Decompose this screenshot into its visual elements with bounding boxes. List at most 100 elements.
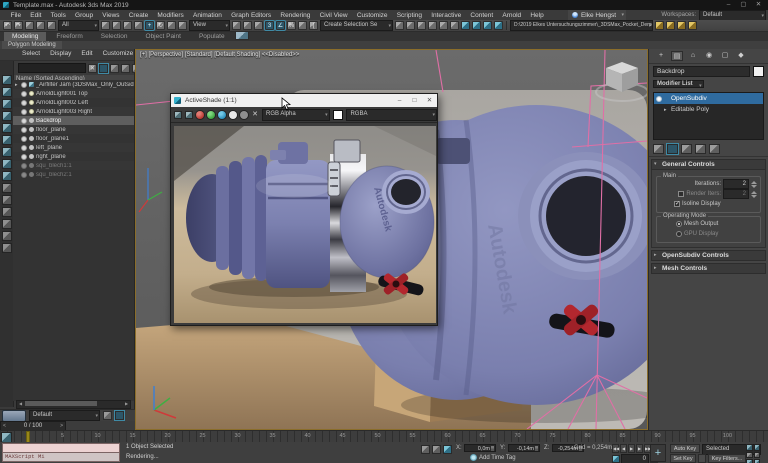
go-to-start-icon[interactable]: ◀◀ bbox=[612, 444, 619, 453]
remove-modifier-icon[interactable] bbox=[695, 144, 706, 154]
create-tab[interactable]: + bbox=[655, 51, 667, 61]
ribbon-tab[interactable]: Freeform bbox=[48, 32, 90, 41]
redo-icon[interactable]: ↷ bbox=[14, 21, 23, 30]
menu-item[interactable]: Scripting bbox=[392, 12, 426, 19]
select-and-place-icon[interactable] bbox=[178, 21, 187, 30]
display-tab[interactable]: ▢ bbox=[719, 51, 731, 61]
menu-item[interactable]: Help bbox=[526, 12, 549, 19]
scene-explorer-row[interactable]: floor_plane bbox=[13, 125, 134, 134]
next-frame-icon[interactable]: ▶ bbox=[636, 444, 643, 453]
zoom-icon[interactable] bbox=[746, 444, 753, 451]
explorer-horizontal-scrollbar[interactable]: ◀ ▶ bbox=[16, 400, 131, 409]
scene-explorer-row[interactable]: ArnoldLight002 Left bbox=[13, 98, 134, 107]
search-input[interactable] bbox=[18, 63, 86, 73]
background-color-swatch[interactable] bbox=[333, 110, 344, 120]
pick-object-icon[interactable] bbox=[103, 411, 112, 420]
display-materials-icon[interactable] bbox=[2, 183, 12, 193]
select-by-name-icon[interactable] bbox=[112, 21, 121, 30]
material-editor-icon[interactable] bbox=[461, 21, 470, 30]
visibility-eye-icon[interactable] bbox=[21, 109, 27, 115]
display-shapes-icon[interactable] bbox=[2, 99, 12, 109]
collapsed-rollout[interactable]: Mesh Controls bbox=[651, 263, 766, 274]
visibility-eye-icon[interactable] bbox=[21, 118, 27, 124]
scene-explorer-row[interactable]: ArnoldLight003 Right bbox=[13, 107, 134, 116]
scene-explorer-row[interactable]: squ_blech1:1 bbox=[13, 161, 134, 170]
activeshade-title-bar[interactable]: ActiveShade (1:1) –□✕ bbox=[171, 94, 437, 107]
visibility-eye-icon[interactable] bbox=[21, 145, 27, 151]
user-account-menu[interactable]: Elke Hengst bbox=[568, 10, 626, 20]
ribbon-tab[interactable]: Object Paint bbox=[138, 32, 189, 41]
previous-frame-arrow[interactable]: < bbox=[3, 423, 6, 429]
display-containers-icon[interactable] bbox=[2, 207, 12, 217]
explorer-preset-icon[interactable] bbox=[2, 410, 26, 422]
edit-named-selection-sets-icon[interactable]: { bbox=[309, 21, 318, 30]
visibility-eye-icon[interactable] bbox=[21, 136, 27, 142]
spinner-snap-icon[interactable] bbox=[298, 21, 307, 30]
monochrome-icon[interactable] bbox=[240, 111, 248, 119]
select-and-manipulate-icon[interactable] bbox=[243, 21, 252, 30]
configure-modifier-sets-icon[interactable] bbox=[709, 144, 720, 154]
close-button[interactable]: ✕ bbox=[422, 94, 437, 107]
zoom-extents-all-icon[interactable] bbox=[746, 452, 753, 459]
render-iters-checkbox[interactable] bbox=[678, 191, 684, 197]
ribbon-tab[interactable]: Populate bbox=[191, 32, 233, 41]
filter-icon[interactable] bbox=[99, 64, 108, 73]
select-and-rotate-icon[interactable]: ↻ bbox=[156, 21, 165, 30]
explorer-menu-item[interactable]: Edit bbox=[77, 50, 96, 60]
activeshade-window[interactable]: ActiveShade (1:1) –□✕ ✕ RGB Alpha RGBA bbox=[170, 93, 438, 326]
layer-explorer-icon[interactable] bbox=[417, 21, 426, 30]
rendered-frame-window-icon[interactable] bbox=[483, 21, 492, 30]
next-frame-arrow[interactable]: > bbox=[60, 423, 63, 429]
percent-snap-icon[interactable]: % bbox=[287, 21, 296, 30]
select-and-move-icon[interactable]: + bbox=[145, 21, 154, 30]
key-filters-button[interactable]: Key Filters... bbox=[708, 454, 746, 463]
menu-item[interactable]: Tools bbox=[46, 12, 70, 19]
close-button[interactable]: ✕ bbox=[751, 0, 766, 10]
channel-mode-dropdown[interactable]: RGB Alpha bbox=[262, 109, 330, 121]
sync-to-explorer-icon[interactable] bbox=[2, 231, 12, 241]
project-path-dropdown[interactable]: D:\2019 Elkes Untersuchungszimmer\_3DSMa… bbox=[510, 20, 653, 31]
green-channel-icon[interactable] bbox=[207, 111, 215, 119]
menu-item[interactable]: File bbox=[6, 12, 26, 19]
viewport-visibility-icon[interactable] bbox=[115, 411, 124, 420]
modifier-stack-row[interactable]: OpenSubdiv bbox=[654, 93, 763, 104]
expand-arrow-icon[interactable]: ▸ bbox=[15, 82, 21, 88]
filter-combinations-icon[interactable] bbox=[2, 243, 12, 253]
explorer-menu-item[interactable]: Select bbox=[18, 50, 44, 60]
play-animation-icon[interactable]: ▶ bbox=[628, 444, 635, 453]
explorer-menu-item[interactable]: Display bbox=[46, 50, 75, 60]
menu-item[interactable]: Views bbox=[98, 12, 124, 19]
pin-stack-icon[interactable] bbox=[653, 144, 664, 154]
explorer-menu-item[interactable]: Customize bbox=[99, 50, 138, 60]
utilities-tab[interactable]: ◆ bbox=[735, 51, 747, 61]
iterations-field[interactable]: 2 bbox=[723, 179, 749, 189]
render-production-icon[interactable] bbox=[494, 21, 503, 30]
blue-channel-icon[interactable] bbox=[218, 111, 226, 119]
x-coordinate-field[interactable]: 0,0m bbox=[464, 444, 496, 452]
minimize-button[interactable]: – bbox=[392, 94, 407, 107]
maxscript-mini-listener[interactable] bbox=[2, 443, 120, 453]
selection-lock-toggle-icon[interactable] bbox=[432, 445, 441, 454]
visibility-eye-icon[interactable] bbox=[21, 82, 27, 88]
open-recent-icon[interactable] bbox=[666, 21, 675, 30]
menu-item[interactable]: Customize bbox=[352, 12, 392, 19]
isoline-display-checkbox[interactable]: ✓ bbox=[674, 201, 680, 207]
visibility-eye-icon[interactable] bbox=[21, 163, 27, 169]
zoom-region-icon[interactable] bbox=[754, 452, 761, 459]
display-mode-dropdown[interactable]: RGBA bbox=[346, 109, 437, 121]
visibility-eye-icon[interactable] bbox=[21, 154, 27, 160]
display-xrefs-icon[interactable] bbox=[2, 171, 12, 181]
visibility-eye-icon[interactable] bbox=[21, 172, 27, 178]
window-crossing-icon[interactable] bbox=[134, 21, 143, 30]
display-bones-icon[interactable] bbox=[2, 195, 12, 205]
rectangular-selection-region-icon[interactable] bbox=[123, 21, 132, 30]
object-name-field[interactable]: Backdrop bbox=[653, 66, 750, 77]
menu-item[interactable]: Create bbox=[124, 12, 153, 19]
workspace-dropdown[interactable]: Default bbox=[699, 10, 766, 21]
undo-icon[interactable]: ↶ bbox=[3, 21, 12, 30]
scene-explorer-row[interactable]: squ_blech2:1 bbox=[13, 170, 134, 179]
menu-item[interactable]: Edit bbox=[26, 12, 46, 19]
object-color-swatch[interactable] bbox=[753, 66, 764, 77]
clone-rendered-frame-icon[interactable] bbox=[185, 111, 193, 119]
mirror-icon[interactable] bbox=[395, 21, 404, 30]
